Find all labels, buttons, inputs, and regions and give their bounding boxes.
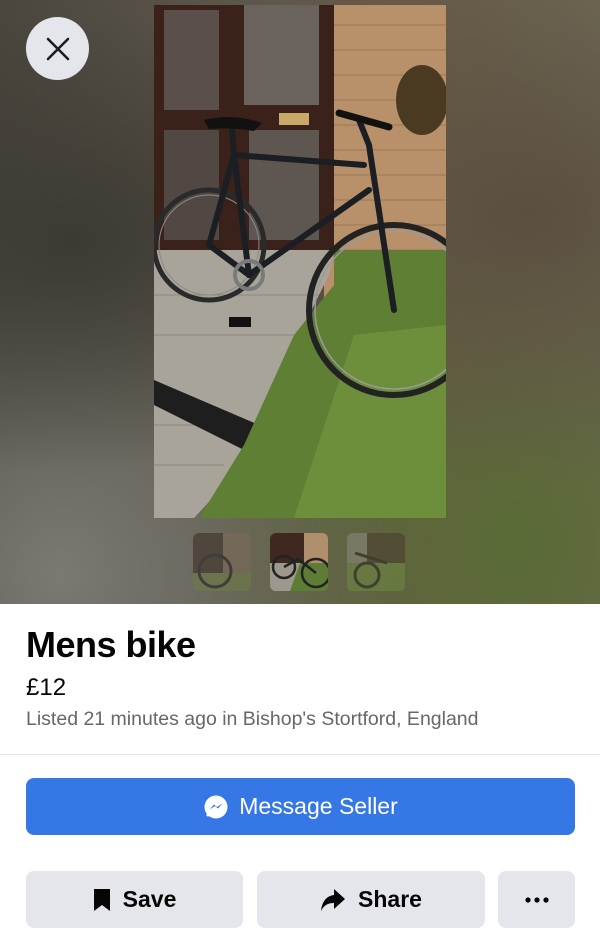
more-dots-icon (524, 896, 549, 903)
listing-price: £12 (26, 674, 67, 701)
listing-title: Mens bike (26, 624, 196, 665)
save-label: Save (122, 886, 177, 912)
message-seller-button[interactable]: Message Seller (26, 778, 575, 835)
photo-viewer (0, 0, 600, 604)
more-options-button[interactable] (498, 871, 575, 928)
message-seller-label: Message Seller (239, 793, 398, 819)
thumbnail-strip (193, 533, 405, 591)
divider (0, 754, 600, 755)
close-icon (46, 37, 69, 60)
share-label: Share (358, 886, 422, 912)
main-listing-photo[interactable] (154, 5, 446, 518)
thumbnail-1[interactable] (193, 533, 251, 591)
share-button[interactable]: Share (257, 871, 485, 928)
bookmark-icon (93, 888, 111, 912)
thumbnail-2[interactable] (270, 533, 328, 591)
listing-meta: Listed 21 minutes ago in Bishop's Stortf… (26, 708, 479, 730)
close-button[interactable] (26, 17, 89, 80)
thumbnail-3[interactable] (347, 533, 405, 591)
listing-details: Mens bike £12 Listed 21 minutes ago in B… (0, 604, 600, 947)
messenger-icon (203, 794, 229, 820)
share-arrow-icon (320, 888, 346, 912)
save-button[interactable]: Save (26, 871, 243, 928)
